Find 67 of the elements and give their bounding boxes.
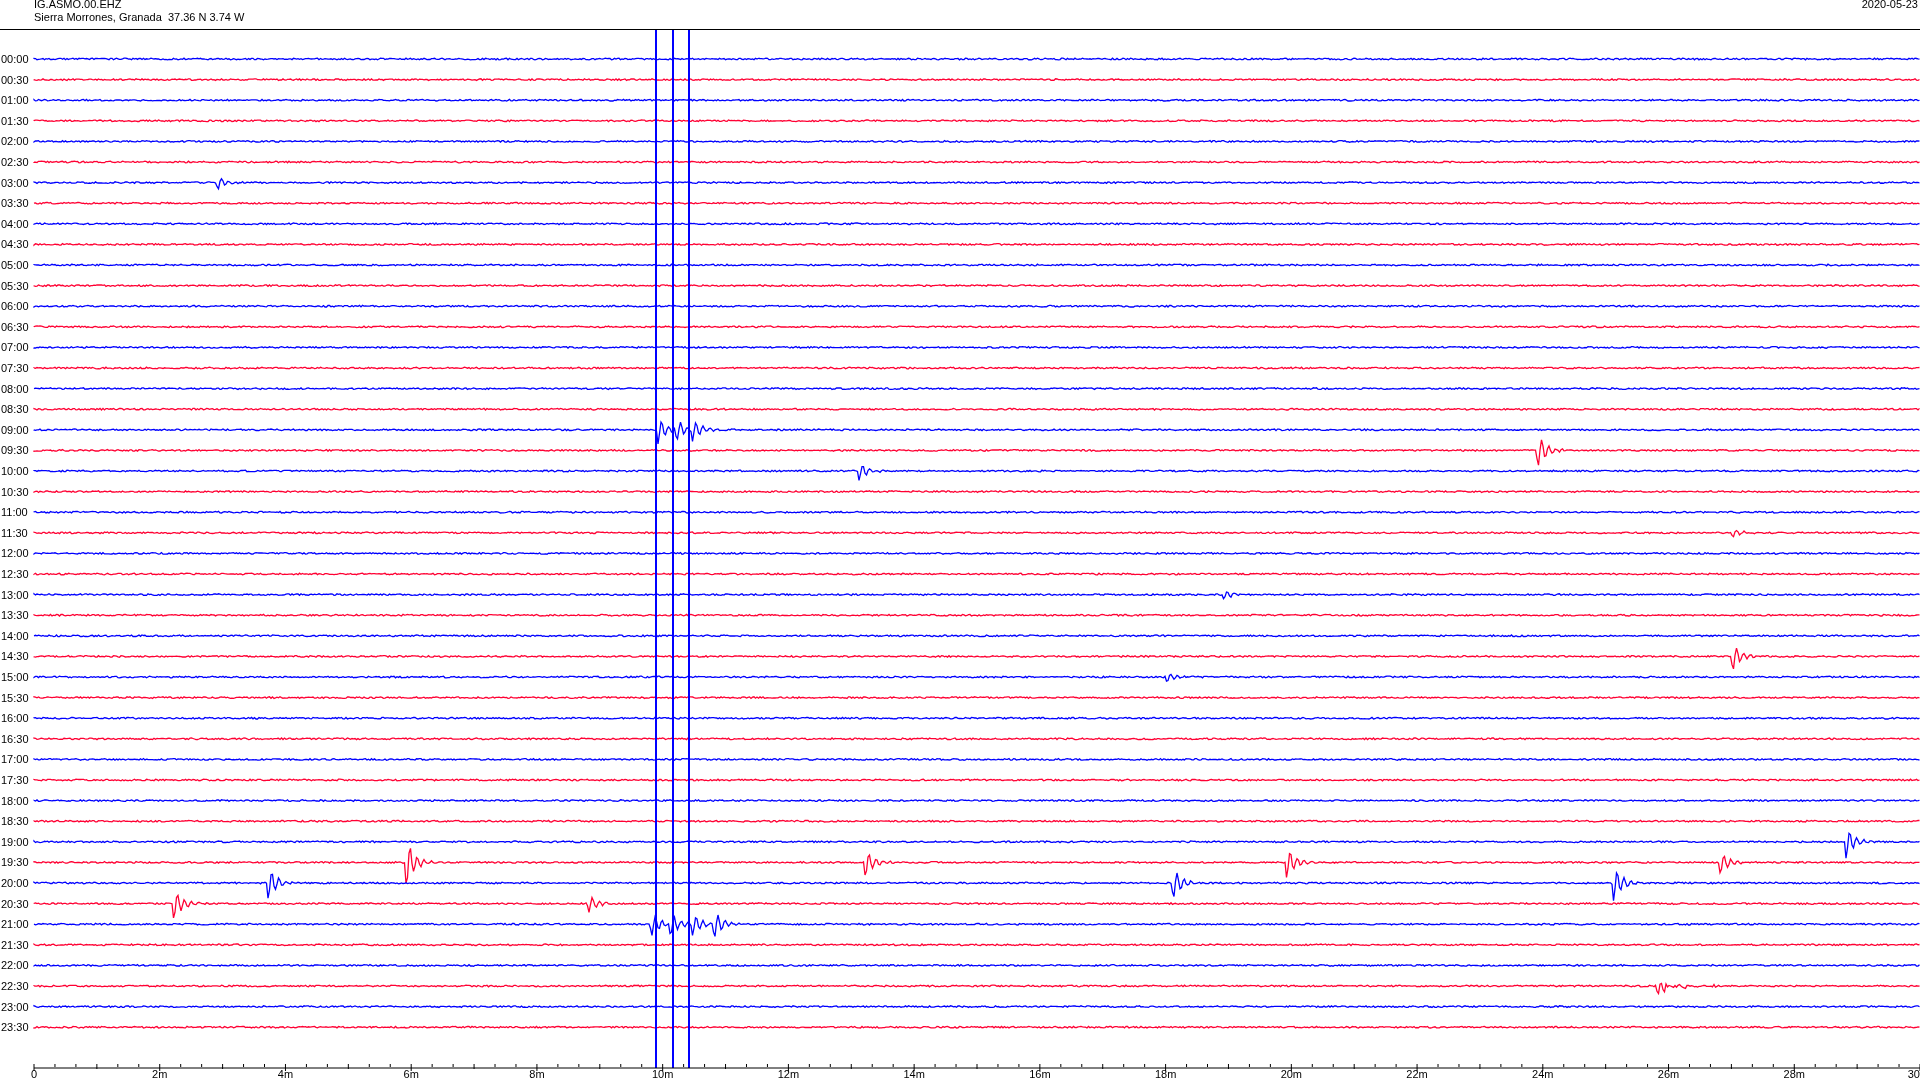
station-code: IG.ASMO.00.EHZ	[34, 0, 123, 11]
time-label: 01:00	[1, 94, 29, 107]
tick-label: 0	[31, 1068, 38, 1079]
time-label: 08:30	[1, 403, 29, 416]
time-label: 12:30	[1, 568, 29, 580]
time-label: 14:00	[1, 629, 29, 642]
time-label: 06:00	[1, 300, 29, 313]
time-label: 02:00	[1, 135, 29, 148]
time-label: 22:00	[1, 959, 29, 972]
time-label: 22:30	[1, 980, 29, 992]
tick-label: 16m	[1029, 1068, 1051, 1079]
time-label: 13:00	[1, 588, 29, 601]
time-label: 20:00	[1, 877, 29, 889]
time-label: 00:30	[1, 73, 29, 86]
time-label: 15:00	[1, 671, 29, 683]
time-label: 09:00	[1, 423, 29, 436]
time-label: 11:30	[1, 526, 28, 539]
time-label: 23:00	[1, 1000, 29, 1013]
tick-label: 4m	[277, 1068, 294, 1079]
tick-label: 10m	[651, 1068, 674, 1079]
time-label: 03:00	[1, 176, 29, 189]
time-label: 21:00	[1, 918, 29, 931]
tick-label: 12m	[777, 1068, 800, 1079]
time-label: 06:30	[1, 320, 29, 333]
tick-label: 6m	[403, 1068, 419, 1079]
tick-label: 20m	[1280, 1068, 1303, 1079]
time-label: 09:30	[1, 444, 29, 457]
time-label: 17:30	[1, 774, 29, 786]
tick-label: 14m	[903, 1068, 925, 1079]
tick-label: 18m	[1154, 1068, 1177, 1079]
time-label: 04:30	[1, 238, 29, 251]
plot-date: 2020-05-23	[1861, 0, 1919, 12]
time-label: 16:30	[1, 732, 29, 745]
time-label: 10:30	[1, 485, 29, 498]
time-label: 18:30	[1, 815, 29, 828]
time-label: 11:00	[1, 506, 28, 519]
time-label: 14:30	[1, 650, 29, 663]
time-label: 15:30	[1, 691, 29, 704]
time-label: 19:00	[1, 835, 29, 848]
time-label: 05:30	[1, 279, 29, 292]
time-label: 07:30	[1, 362, 29, 374]
time-label: 17:00	[1, 753, 29, 766]
time-label: 03:30	[1, 197, 29, 210]
tick-label: 22m	[1406, 1068, 1428, 1079]
time-label: 19:30	[1, 856, 29, 869]
tick-label: 2m	[152, 1068, 168, 1079]
station-location: Sierra Morrones, Granada 37.36 N 3.74 W	[34, 11, 245, 24]
time-label: 20:30	[1, 897, 29, 910]
time-label: 01:30	[1, 114, 29, 127]
time-label: 00:00	[1, 53, 29, 65]
time-label: 07:00	[1, 341, 29, 354]
time-label: 12:00	[1, 547, 29, 560]
time-label: 16:00	[1, 712, 29, 725]
time-label: 02:30	[1, 156, 29, 168]
time-label: 23:30	[1, 1021, 29, 1034]
tick-label: 26m	[1657, 1068, 1680, 1079]
tick-label: 28m	[1783, 1068, 1805, 1079]
time-label: 18:00	[1, 794, 29, 807]
time-label: 05:00	[1, 259, 29, 271]
time-label: 04:00	[1, 217, 29, 230]
tick-label: 30	[1907, 1068, 1920, 1079]
time-label: 13:30	[1, 609, 29, 622]
tick-label: 8m	[529, 1068, 545, 1079]
time-label: 08:00	[1, 382, 29, 395]
time-label: 21:30	[1, 938, 29, 951]
tick-label: 24m	[1532, 1068, 1554, 1079]
time-label: 10:00	[1, 465, 29, 477]
